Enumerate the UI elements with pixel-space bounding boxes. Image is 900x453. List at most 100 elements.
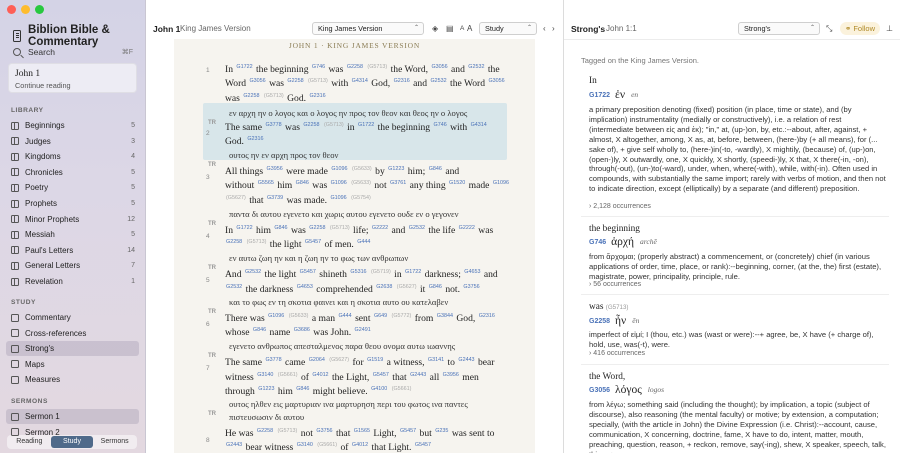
verse-word[interactable]: was bbox=[329, 64, 344, 75]
strongs-number[interactable]: G3739 bbox=[267, 195, 283, 201]
verse-word[interactable]: and bbox=[484, 269, 498, 280]
strongs-number[interactable]: G2222 bbox=[372, 225, 388, 231]
sidebar-search[interactable]: Search ⌘F bbox=[8, 44, 138, 60]
verse-word[interactable]: was bbox=[285, 122, 300, 133]
font-smaller-button[interactable]: A bbox=[460, 25, 464, 32]
verse-word[interactable]: whose bbox=[225, 327, 250, 338]
strongs-number[interactable]: G846 bbox=[296, 180, 309, 186]
entry-occurrences[interactable]: › 416 occurrences bbox=[589, 350, 645, 357]
continue-reading-card[interactable]: John 1 Continue reading bbox=[8, 63, 137, 93]
sidebar-item-commentary[interactable]: Commentary bbox=[6, 310, 139, 325]
strongs-number[interactable]: G1096 bbox=[331, 166, 347, 172]
verse-word[interactable]: the beginning bbox=[256, 64, 309, 75]
entry-occurrences[interactable]: › 2,128 occurrences bbox=[589, 203, 651, 210]
verse-word[interactable]: the darkness bbox=[246, 284, 294, 295]
verse-word[interactable]: and bbox=[392, 225, 406, 236]
chevron-left-icon[interactable]: ‹ bbox=[543, 24, 546, 33]
verse-word[interactable]: the beginning bbox=[378, 122, 431, 133]
strongs-number[interactable]: G1096 bbox=[330, 195, 346, 201]
verse-word[interactable]: through bbox=[225, 386, 255, 397]
verse-word[interactable]: him bbox=[277, 180, 292, 191]
strongs-number[interactable]: G1223 bbox=[388, 166, 404, 172]
strongs-number[interactable]: G3141 bbox=[428, 357, 444, 363]
verse-word[interactable]: and bbox=[445, 166, 459, 177]
strongs-number[interactable]: G5316 bbox=[350, 269, 366, 275]
entry-strongs-number[interactable]: G3056 bbox=[589, 387, 610, 394]
strongs-number[interactable]: G2316 bbox=[309, 93, 325, 99]
sidebar-item-sermon[interactable]: Sermon 1 bbox=[6, 409, 139, 424]
verse-word[interactable]: a witness, bbox=[387, 357, 425, 368]
verse-word[interactable]: with bbox=[450, 122, 467, 133]
verse-word[interactable]: all bbox=[430, 372, 440, 383]
verse-word[interactable]: God, bbox=[371, 78, 390, 89]
verse-word[interactable]: by bbox=[375, 166, 385, 177]
verse-word[interactable]: was made. bbox=[287, 195, 328, 206]
zoom-window-button[interactable] bbox=[35, 5, 44, 14]
verse-word[interactable]: of bbox=[301, 372, 309, 383]
strongs-number[interactable]: G4100 bbox=[371, 386, 387, 392]
sidebar-item-minor-prophets[interactable]: Minor Prophets 12 bbox=[6, 212, 139, 227]
verse-word[interactable]: was sent to bbox=[452, 428, 495, 439]
sidebar-item-maps[interactable]: Maps bbox=[6, 357, 139, 372]
strongs-number[interactable]: G3778 bbox=[265, 357, 281, 363]
strongs-number[interactable]: G3056 bbox=[488, 78, 504, 84]
strongs-number[interactable]: G1223 bbox=[258, 386, 274, 392]
verse-word[interactable]: the bbox=[488, 64, 500, 75]
strongs-number[interactable]: G3756 bbox=[463, 284, 479, 290]
strongs-number[interactable]: G846 bbox=[429, 284, 442, 290]
strongs-number[interactable]: G846 bbox=[429, 166, 442, 172]
strongs-number[interactable]: G1096 bbox=[268, 313, 284, 319]
strongs-number[interactable]: G2316 bbox=[394, 78, 410, 84]
verse-word[interactable]: came bbox=[285, 357, 305, 368]
strongs-number[interactable]: G746 bbox=[312, 64, 325, 70]
verse-word[interactable]: might believe. bbox=[313, 386, 368, 397]
verse-word[interactable]: not bbox=[301, 428, 313, 439]
strongs-number[interactable]: G2258 bbox=[303, 122, 319, 128]
strongs-number[interactable]: G2532 bbox=[245, 269, 261, 275]
strongs-number[interactable]: G649 bbox=[374, 313, 387, 319]
strongs-number[interactable]: G746 bbox=[434, 122, 447, 128]
strongs-number[interactable]: G1519 bbox=[367, 357, 383, 363]
verse-word[interactable]: bear bbox=[478, 357, 495, 368]
strongs-number[interactable]: G4314 bbox=[352, 78, 368, 84]
verse-word[interactable]: from bbox=[415, 313, 434, 324]
verse-word[interactable]: God. bbox=[287, 93, 306, 104]
strongs-number[interactable]: G2491 bbox=[355, 327, 371, 333]
verse-word[interactable]: In bbox=[225, 225, 233, 236]
minimize-window-button[interactable] bbox=[21, 5, 30, 14]
verse-word[interactable]: men bbox=[462, 372, 479, 383]
strongs-number[interactable]: G3686 bbox=[294, 327, 310, 333]
verse-word[interactable]: not bbox=[374, 180, 386, 191]
strongs-number[interactable]: G3756 bbox=[316, 428, 332, 434]
strongs-number[interactable]: G1565 bbox=[354, 428, 370, 434]
verse-word[interactable]: Word bbox=[225, 78, 246, 89]
strongs-number[interactable]: G444 bbox=[357, 239, 370, 245]
sidebar-item-general-letters[interactable]: General Letters 7 bbox=[6, 258, 139, 273]
strongs-number[interactable]: G4012 bbox=[312, 372, 328, 378]
close-window-button[interactable] bbox=[7, 5, 16, 14]
verse-word[interactable]: and bbox=[451, 64, 465, 75]
strongs-number[interactable]: G2443 bbox=[226, 442, 242, 448]
strongs-number[interactable]: G1096 bbox=[331, 180, 347, 186]
strongs-number[interactable]: G2258 bbox=[287, 78, 303, 84]
strongs-number[interactable]: G3956 bbox=[267, 166, 283, 172]
mode-dropdown[interactable]: Study ⌃ bbox=[479, 22, 537, 35]
sidebar-item-chronicles[interactable]: Chronicles 5 bbox=[6, 165, 139, 180]
strongs-number[interactable]: G5457 bbox=[300, 269, 316, 275]
strongs-number[interactable]: G1722 bbox=[236, 64, 252, 70]
verse-word[interactable]: was bbox=[312, 180, 327, 191]
strongs-number[interactable]: G2638 bbox=[376, 284, 392, 290]
verse-word[interactable]: bear witness bbox=[246, 442, 294, 453]
verse-word[interactable]: the life bbox=[428, 225, 455, 236]
verse-word[interactable]: with bbox=[331, 78, 348, 89]
entry-strongs-number[interactable]: G2258 bbox=[589, 318, 610, 325]
strongs-number[interactable]: G1520 bbox=[449, 180, 465, 186]
verse-word[interactable]: In bbox=[225, 64, 233, 75]
verse-word[interactable]: without bbox=[225, 180, 254, 191]
version-dropdown[interactable]: King James Version ⌃ bbox=[312, 22, 424, 35]
sidebar-item-beginnings[interactable]: Beginnings 5 bbox=[6, 118, 139, 133]
verse-word[interactable]: any thing bbox=[410, 180, 446, 191]
verse-word[interactable]: God. bbox=[225, 136, 244, 147]
verse-word[interactable]: not. bbox=[445, 284, 460, 295]
strongs-number[interactable]: G5457 bbox=[305, 239, 321, 245]
